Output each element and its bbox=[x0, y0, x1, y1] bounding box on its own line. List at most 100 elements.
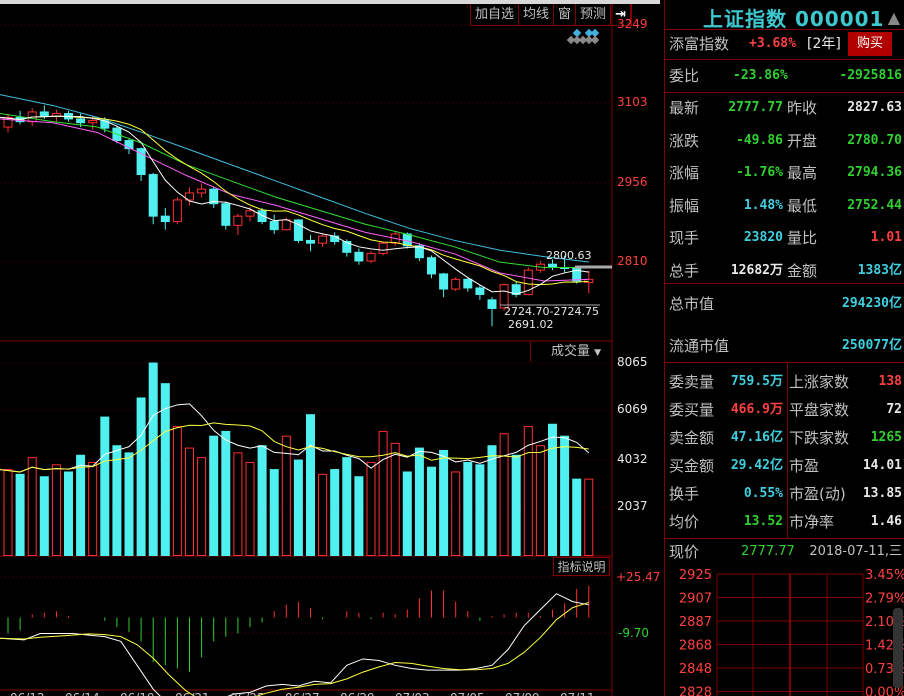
security-title: 上证指数 000001 bbox=[703, 7, 885, 31]
quote-value: 1.01 bbox=[870, 230, 902, 245]
quote-row: 涨跌 -49.86 开盘 2780.70 bbox=[669, 129, 902, 153]
date-tick: 06/27 bbox=[285, 691, 320, 696]
stat-row: 换手 0.55% 市盈(动) 13.85 bbox=[669, 482, 902, 506]
forecast-button[interactable]: 预测 bbox=[576, 4, 612, 25]
fund-value: +3.68% bbox=[749, 36, 796, 51]
stat-row: 买金额 29.42亿 市盈 14.01 bbox=[669, 454, 902, 478]
price-tick: 2956 bbox=[617, 175, 648, 189]
high-annotation: 2800.63 bbox=[546, 249, 592, 262]
bell-icon[interactable]: ▲ bbox=[888, 8, 900, 27]
candle bbox=[160, 215, 170, 223]
stat-value: 466.9万 bbox=[730, 402, 783, 417]
ma5-line bbox=[0, 115, 589, 295]
volume-bar bbox=[269, 469, 279, 556]
volume-bar bbox=[51, 464, 61, 556]
candle bbox=[439, 273, 449, 290]
volume-bar bbox=[584, 478, 594, 556]
volume-bar bbox=[499, 433, 509, 556]
quote-value: 2752.44 bbox=[847, 197, 902, 213]
current-price-row: 现价 2777.77 2018-07-11,三 bbox=[669, 540, 902, 564]
add-favorite-button[interactable]: 加自选 bbox=[471, 4, 520, 25]
mini-price-tick: 2828 bbox=[679, 686, 712, 696]
volume-bar bbox=[390, 442, 400, 556]
volume-bar bbox=[354, 476, 364, 557]
fund-period: [2年] bbox=[807, 36, 841, 52]
volume-bar bbox=[439, 449, 449, 556]
quote-row: 总手 12682万 金额 1383亿 bbox=[669, 259, 902, 283]
date-tick: 06/29 bbox=[340, 691, 375, 696]
stat-label: 卖金额 bbox=[669, 429, 715, 447]
stat-value: 0.55% bbox=[743, 486, 783, 501]
quote-label: 总手 bbox=[669, 261, 700, 280]
volume-bar bbox=[124, 452, 134, 556]
quote-label: 最高 bbox=[787, 164, 818, 182]
volume-bar bbox=[15, 473, 25, 556]
signal-diamond-icon bbox=[590, 35, 600, 45]
stat-label: 委卖量 bbox=[669, 373, 715, 391]
date-tick: 06/21 bbox=[175, 691, 210, 696]
volume-bar bbox=[487, 445, 497, 556]
quote-row: 最新 2777.77 昨收 2827.63 bbox=[669, 96, 902, 120]
candle bbox=[257, 210, 267, 223]
volume-bar bbox=[475, 464, 485, 556]
mini-price-tick: 2848 bbox=[679, 662, 712, 677]
date-tick: 06/14 bbox=[65, 691, 100, 696]
volume-bar bbox=[330, 469, 340, 556]
indicator-help-button[interactable]: 指标说明 bbox=[553, 557, 610, 576]
volume-bar bbox=[463, 461, 473, 556]
candle bbox=[172, 199, 182, 223]
float-cap-label: 流通市值 bbox=[669, 337, 730, 355]
volume-bar bbox=[160, 383, 170, 556]
volume-bar bbox=[3, 469, 13, 556]
buy-button[interactable]: 购买 bbox=[848, 32, 892, 56]
volume-bar bbox=[306, 414, 315, 556]
quote-label: 涨幅 bbox=[669, 164, 700, 182]
volume-bar bbox=[427, 466, 436, 557]
candle bbox=[463, 278, 473, 289]
quote-value: 1.48% bbox=[743, 197, 783, 213]
candle bbox=[306, 239, 315, 244]
date-tick: 06/25 bbox=[230, 691, 265, 696]
volume-bar bbox=[414, 447, 424, 557]
ma-button[interactable]: 均线 bbox=[519, 4, 555, 25]
volume-label: 成交量 bbox=[551, 344, 591, 359]
stat-value: 138 bbox=[878, 374, 902, 389]
intraday-mini-chart[interactable]: 2925 3.45%2907 2.79%2887 2.10%2868 1.42%2848… bbox=[665, 566, 904, 696]
total-cap-value: 294230亿 bbox=[842, 296, 902, 311]
candle bbox=[269, 221, 279, 231]
dea-line bbox=[0, 601, 589, 696]
volume-bar bbox=[197, 457, 207, 557]
total-cap-label: 总市值 bbox=[669, 295, 715, 313]
quote-panel: 上证指数 000001 ▲ 添富指数 +3.68% [2年] 购买 委比 -23… bbox=[664, 0, 904, 696]
candle bbox=[475, 287, 485, 295]
volume-bar bbox=[39, 476, 49, 557]
window-button[interactable]: 窗 bbox=[554, 4, 577, 25]
quote-row: 振幅 1.48% 最低 2752.44 bbox=[669, 194, 902, 218]
candle bbox=[148, 174, 158, 217]
volume-bar bbox=[233, 452, 243, 556]
volume-bar bbox=[378, 430, 388, 556]
fund-label: 添富指数 bbox=[669, 35, 730, 53]
stat-value: 1265 bbox=[870, 430, 902, 445]
stat-value: 47.16亿 bbox=[730, 430, 783, 445]
quote-value: 2827.63 bbox=[847, 100, 902, 115]
candle bbox=[245, 210, 255, 217]
stat-label: 上涨家数 bbox=[789, 373, 850, 391]
date-tick: 06/12 bbox=[10, 691, 45, 696]
quote-label: 振幅 bbox=[669, 196, 700, 215]
volume-bar bbox=[548, 423, 557, 556]
volume-bar bbox=[511, 454, 521, 556]
volume-bar bbox=[523, 426, 533, 556]
mini-price-tick: 2868 bbox=[679, 639, 712, 654]
scroll-handle[interactable] bbox=[893, 608, 903, 688]
volume-indicator-select[interactable]: 成交量 ▼ bbox=[530, 342, 612, 362]
price-tick: 3103 bbox=[617, 95, 648, 109]
candle bbox=[318, 235, 328, 244]
stat-value: 72 bbox=[886, 402, 902, 417]
stat-value: 1.46 bbox=[870, 514, 902, 529]
dif-line bbox=[0, 593, 589, 696]
quote-value: -49.86 bbox=[736, 132, 783, 148]
candle bbox=[487, 299, 497, 309]
weibi-pct: -23.86% bbox=[733, 68, 788, 83]
stat-value: 29.42亿 bbox=[730, 458, 783, 473]
